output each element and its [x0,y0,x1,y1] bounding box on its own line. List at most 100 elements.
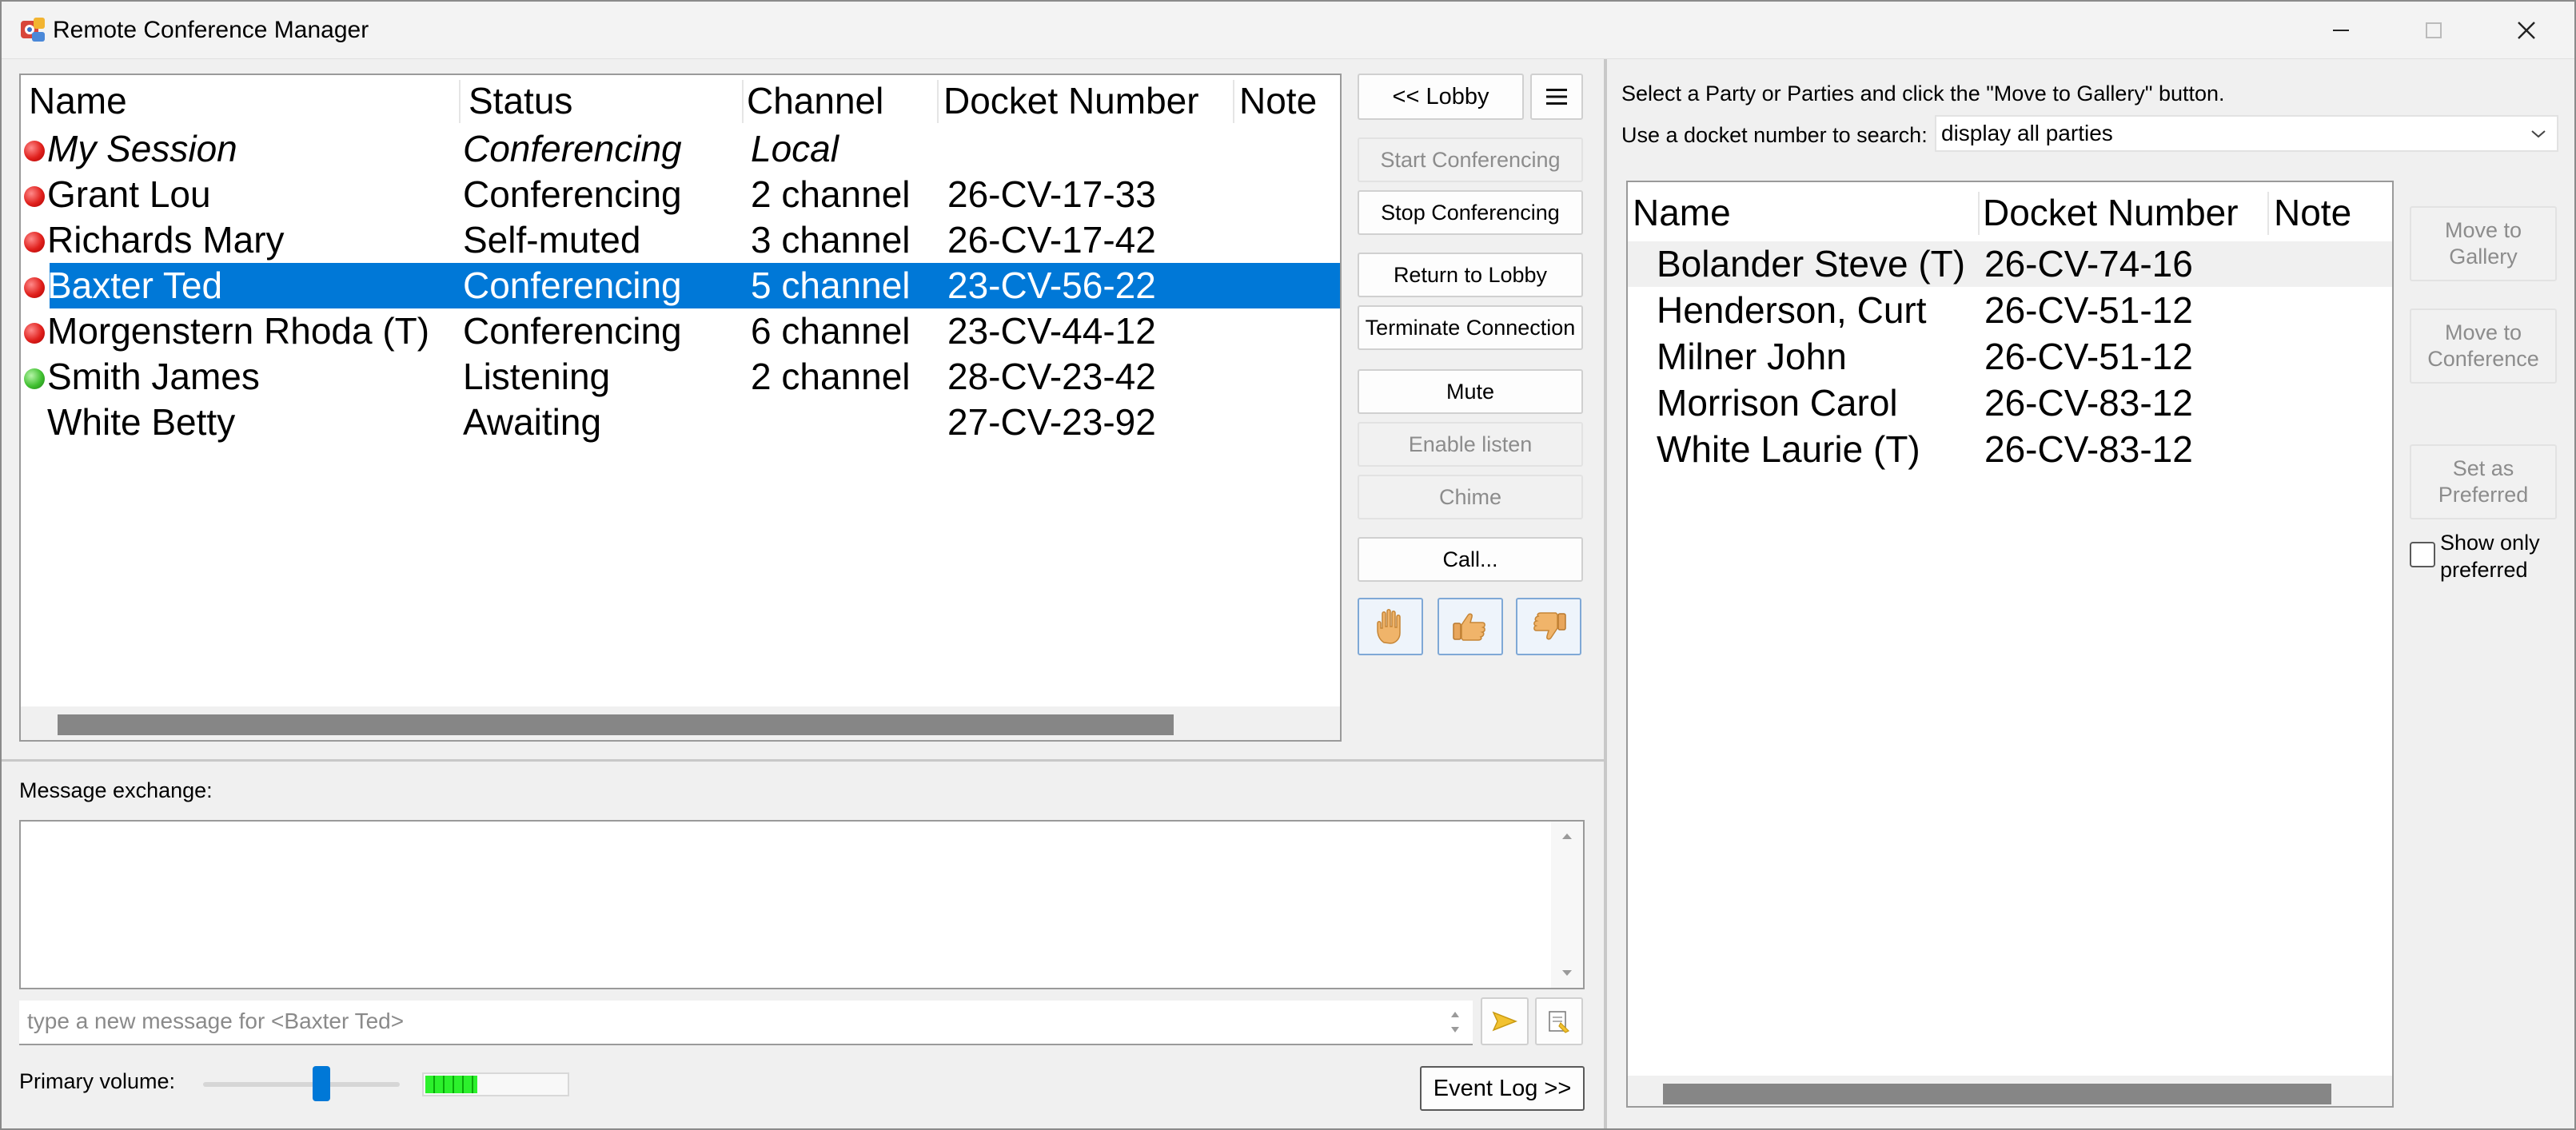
thumbs-down-icon [1533,612,1566,640]
horizontal-splitter[interactable] [2,759,1604,762]
gallery-row[interactable]: Henderson, Curt 26-CV-51-12 [1628,288,2392,333]
conference-row[interactable]: Morgenstern Rhoda (T) Conferencing 6 chann… [21,308,1340,354]
move-to-conference-button[interactable]: Move to Conference [2410,308,2557,384]
participant-status: Conferencing [463,173,682,215]
participant-docket: 26-CV-17-42 [947,219,1156,261]
message-scrollbar[interactable] [1551,822,1583,988]
docket-search-select[interactable]: display all parties [1935,115,2558,152]
active-status-icon [24,186,45,207]
volume-slider-track[interactable] [203,1082,400,1087]
column-divider[interactable] [1978,192,1980,235]
column-header-docket-number[interactable]: Docket Number [943,75,1199,126]
party-note [2275,380,2389,426]
participant-docket: 26-CV-17-33 [947,173,1156,215]
active-status-icon [24,277,45,298]
participant-docket [947,126,1238,172]
raise-hand-button[interactable] [1358,598,1423,655]
conference-row[interactable]: White Betty Awaiting 27-CV-23-92 [21,400,1340,445]
audio-level-meter [422,1072,569,1096]
send-icon [1492,1011,1517,1032]
participant-name: Richards Mary [47,219,285,261]
participant-note [1243,263,1338,308]
audio-level-fill [425,1076,477,1093]
column-divider[interactable] [2267,192,2269,235]
column-divider[interactable] [937,80,939,123]
column-divider[interactable] [459,80,461,123]
column-header-name[interactable]: Name [29,75,127,126]
gallery-column-header-docket-number[interactable]: Docket Number [1983,187,2239,238]
conference-row[interactable]: Baxter Ted Conferencing 5 channel 23-CV-56-… [24,263,1340,308]
title-bar[interactable]: Remote Conference Manager [2,2,2574,59]
participant-name: White Betty [47,401,236,443]
column-header-status[interactable]: Status [469,75,572,126]
party-docket: 26-CV-51-12 [1984,289,2193,331]
participant-docket: 27-CV-23-92 [947,401,1156,443]
column-divider[interactable] [742,80,744,123]
party-name: Bolander Steve (T) [1657,243,1966,284]
message-input[interactable]: type a new message for <Baxter Ted> [19,1001,1473,1045]
participant-status: Listening [463,356,611,397]
volume-slider-thumb[interactable] [313,1066,330,1101]
menu-button[interactable] [1530,74,1583,120]
lobby-button[interactable]: << Lobby [1358,74,1524,120]
send-message-button[interactable] [1481,997,1529,1045]
terminate-connection-button[interactable]: Terminate Connection [1358,305,1583,350]
spin-down-icon [1451,1027,1459,1033]
thumbs-up-icon [1453,613,1485,641]
message-input-spinner[interactable] [1439,1002,1471,1044]
move-to-gallery-button[interactable]: Move to Gallery [2410,206,2557,281]
conference-row[interactable]: Grant Lou Conferencing 2 channel 26-CV-17-3… [21,172,1340,217]
participant-docket: 28-CV-23-42 [947,356,1156,397]
gallery-row[interactable]: Bolander Steve (T) 26-CV-74-16 [1628,241,2392,287]
conference-row[interactable]: Richards Mary Self-muted 3 channel 26-CV-17… [21,217,1340,263]
attach-note-button[interactable] [1535,997,1583,1045]
gallery-horizontal-scrollbar[interactable] [1628,1076,2392,1106]
stop-conferencing-button[interactable]: Stop Conferencing [1358,190,1583,235]
column-header-channel[interactable]: Channel [747,75,883,126]
event-log-button[interactable]: Event Log >> [1420,1066,1585,1111]
show-only-preferred-checkbox[interactable] [2410,542,2435,567]
thumbs-down-button[interactable] [1516,598,1581,655]
listening-status-icon [24,368,45,389]
participant-status: Self-muted [463,219,641,261]
gallery-row[interactable]: Morrison Carol 26-CV-83-12 [1628,380,2392,426]
conference-row[interactable]: Smith James Listening 2 channel 28-CV-23-42 [21,354,1340,400]
column-header-note[interactable]: Note [1239,75,1317,126]
gallery-column-header-note[interactable]: Note [2274,187,2351,238]
participant-channel: 5 channel [751,265,911,306]
party-note [2275,241,2389,287]
vertical-splitter[interactable] [1604,59,1607,1128]
chime-button[interactable]: Chime [1358,475,1583,519]
conference-row[interactable]: My Session Conferencing Local [21,126,1340,172]
scrollbar-thumb[interactable] [1663,1084,2331,1104]
participant-note [1243,400,1338,445]
primary-volume-label: Primary volume: [19,1069,176,1093]
gallery-row[interactable]: White Laurie (T) 26-CV-83-12 [1628,427,2392,472]
maximize-button[interactable] [2387,2,2480,59]
scrollbar-thumb[interactable] [58,714,1174,735]
gallery-party-list[interactable]: Name Docket Number Note Bolander Steve (… [1626,181,2394,1108]
party-docket: 26-CV-83-12 [1984,382,2193,424]
participant-note [1243,172,1338,217]
docket-search-value: display all parties [1941,121,2113,145]
scroll-up-icon [1562,834,1572,839]
gallery-column-header-name[interactable]: Name [1633,187,1731,238]
set-as-preferred-button[interactable]: Set as Preferred [2410,444,2557,519]
call-button[interactable]: Call... [1358,537,1583,582]
mute-button[interactable]: Mute [1358,369,1583,414]
minimize-button[interactable] [2295,2,2387,59]
horizontal-scrollbar[interactable] [21,706,1340,740]
message-history[interactable] [19,820,1585,989]
column-divider[interactable] [1233,80,1234,123]
start-conferencing-button[interactable]: Start Conferencing [1358,137,1583,182]
return-to-lobby-button[interactable]: Return to Lobby [1358,253,1583,297]
show-only-preferred-label[interactable]: Show only preferred [2440,529,2560,583]
gallery-row[interactable]: Milner John 26-CV-51-12 [1628,334,2392,380]
active-status-icon [24,323,45,344]
enable-listen-button[interactable]: Enable listen [1358,422,1583,467]
thumbs-up-button[interactable] [1438,598,1503,655]
raised-hand-icon [1377,609,1401,644]
close-button[interactable] [2480,2,2573,59]
conference-participant-list[interactable]: Name Status Channel Docket Number Note M… [19,74,1342,742]
party-docket: 26-CV-74-16 [1984,243,2193,284]
